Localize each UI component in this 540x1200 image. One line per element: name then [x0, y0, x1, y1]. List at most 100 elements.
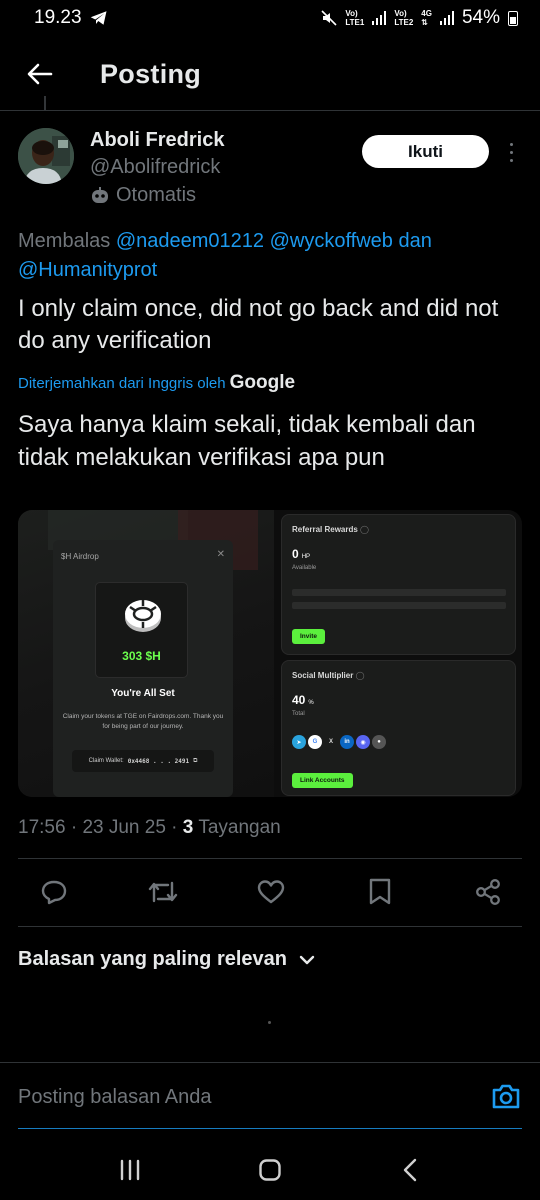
camera-button[interactable] [491, 1082, 521, 1112]
close-icon: ✕ [216, 549, 225, 560]
mute-icon [321, 10, 337, 26]
action-bar [18, 872, 522, 912]
google-icon: G [308, 735, 322, 749]
tweet-meta: 17:56 · 23 Jun 25 · 3 Tayangan [18, 817, 281, 838]
bookmark-button[interactable] [364, 876, 396, 908]
more-dot-icon [509, 158, 513, 162]
google-logo: Google [229, 372, 296, 393]
retweet-button[interactable] [147, 876, 179, 908]
recent-apps-icon [120, 1159, 140, 1181]
signal-icon-2 [439, 11, 454, 25]
referral-sub: Available [292, 565, 317, 571]
modal-title: $H Airdrop [61, 552, 99, 561]
skeleton-line [292, 602, 506, 609]
divider [0, 110, 540, 111]
replies-sort-dropdown[interactable]: Balasan yang paling relevan [18, 948, 315, 971]
coin-card: 303 $H [95, 582, 188, 678]
like-icon [257, 880, 285, 904]
all-set-heading: You're All Set [111, 688, 175, 699]
mention-link[interactable]: @Humanityprot [18, 259, 157, 281]
coin-icon [125, 600, 161, 632]
social-value: 40% [292, 693, 314, 707]
author-name[interactable]: Aboli Fredrick [90, 129, 224, 152]
reply-underline [18, 1128, 522, 1129]
linkedin-icon: in [340, 735, 354, 749]
status-time: 19.23 [34, 7, 82, 28]
mention-link[interactable]: @nadeem01212 [116, 230, 264, 252]
app-bar: Posting [0, 44, 540, 104]
follow-button[interactable]: Ikuti [362, 135, 489, 168]
coin-amount: 303 $H [122, 649, 161, 663]
social-icons: ➤ G X in ◉ ● [292, 735, 386, 749]
recent-apps-button[interactable] [110, 1150, 150, 1190]
telegram-icon: ➤ [292, 735, 306, 749]
back-chevron-icon [403, 1158, 417, 1182]
link-accounts-button: Link Accounts [292, 773, 353, 788]
home-icon [259, 1159, 281, 1181]
reply-button[interactable] [38, 876, 70, 908]
more-dot-icon [509, 150, 513, 154]
sim2-label: Vo) LTE2 [394, 9, 414, 27]
tweet-translation: Saya hanya klaim sekali, tidak kembali d… [18, 411, 476, 471]
social-sub: Total [292, 711, 305, 717]
loading-indicator [268, 1021, 271, 1024]
bot-icon [92, 186, 108, 203]
automated-label: Otomatis [90, 184, 196, 207]
views-count[interactable]: 3 [183, 817, 194, 838]
divider [18, 858, 522, 859]
social-title: Social Multiplier ◯ [292, 671, 365, 680]
tweet-media-image[interactable]: $H Airdrop ✕ 303 $H You're All Set Claim… [18, 510, 522, 797]
network-label: 4G ⇅ [421, 9, 432, 27]
wallet-box: Claim Wallet: 0x4468 . . . 2491 ⧉ [72, 750, 214, 772]
media-left-panel: $H Airdrop ✕ 303 $H You're All Set Claim… [18, 510, 274, 797]
page-title: Posting [100, 58, 202, 89]
battery-icon [508, 10, 518, 26]
airdrop-modal: $H Airdrop ✕ 303 $H You're All Set Claim… [53, 540, 233, 797]
share-icon [476, 879, 500, 905]
invite-button: Invite [292, 629, 325, 644]
status-bar: 19.23 Vo) LTE1 Vo) LTE2 4G ⇅ 54% [0, 0, 540, 36]
thread-line [44, 96, 46, 110]
github-icon: ● [372, 735, 386, 749]
more-options-button[interactable] [503, 140, 519, 164]
divider [18, 926, 522, 927]
back-button[interactable] [10, 46, 70, 102]
share-button[interactable] [472, 876, 504, 908]
replying-to: Membalas @nadeem01212 @wyckoffweb dan @H… [18, 230, 432, 281]
sim1-label: Vo) LTE1 [345, 9, 365, 27]
camera-icon [492, 1084, 520, 1109]
retweet-icon [148, 881, 177, 903]
reply-input[interactable]: Posting balasan Anda [18, 1086, 212, 1109]
telegram-icon [90, 11, 107, 25]
views-label: Tayangan [198, 817, 281, 838]
avatar-image [18, 128, 74, 184]
translation-attribution[interactable]: Diterjemahkan dari Inggris oleh Google [18, 372, 295, 394]
home-button[interactable] [250, 1150, 290, 1190]
claim-text: Claim your tokens at TGE on Fairdrops.co… [62, 713, 224, 730]
author-handle[interactable]: @Abolifredrick [90, 156, 220, 179]
bookmark-icon [369, 878, 390, 905]
tweet-time: 17:56 [18, 817, 66, 838]
reply-icon [41, 880, 67, 905]
system-nav-bar [0, 1140, 540, 1200]
more-dot-icon [509, 142, 513, 146]
divider [0, 1062, 540, 1063]
avatar[interactable] [18, 128, 74, 184]
social-card: Social Multiplier ◯ 40% Total ➤ G X in ◉… [281, 660, 516, 796]
signal-icon [372, 11, 387, 25]
tweet-text: I only claim once, did not go back and d… [18, 295, 499, 354]
like-button[interactable] [255, 876, 287, 908]
mention-link[interactable]: @wyckoffweb [270, 230, 393, 252]
referral-title: Referral Rewards ◯ [292, 525, 369, 534]
chevron-down-icon [299, 955, 315, 964]
referral-value: 0 HP [292, 547, 311, 561]
system-back-button[interactable] [390, 1150, 430, 1190]
x-icon: X [328, 739, 333, 745]
copy-icon: ⧉ [193, 757, 198, 764]
discord-icon: ◉ [356, 735, 370, 749]
tweet-date: 23 Jun 25 [82, 817, 166, 838]
battery-percent: 54% [461, 7, 500, 28]
back-arrow-icon [27, 63, 53, 85]
skeleton-line [292, 589, 506, 596]
referral-card: Referral Rewards ◯ 0 HP Available Invite [281, 514, 516, 655]
